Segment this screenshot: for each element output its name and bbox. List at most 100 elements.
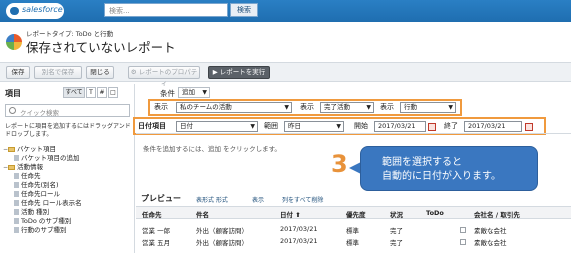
- filter-other-toggle[interactable]: □: [108, 87, 118, 98]
- tree-field[interactable]: 任命先: [14, 172, 41, 181]
- report-properties-label: レポートのプロパティ: [138, 68, 198, 87]
- tree-field[interactable]: 任命先(別名): [14, 181, 59, 190]
- tree-item-label: 行動のサブ種別: [21, 226, 67, 234]
- chevron-down-icon: ▼: [284, 104, 289, 111]
- tree-field[interactable]: ToDo のサブ種別: [14, 217, 71, 226]
- field-icon: [14, 200, 19, 206]
- tree-folder[interactable]: − バケット項目: [3, 145, 56, 154]
- table-cell: 外出（顧客訪問）: [196, 227, 248, 235]
- add-condition-hint: 条件を追加するには、追加 をクリックします。: [143, 145, 281, 153]
- field-icon: [14, 209, 19, 215]
- folder-icon: [8, 164, 15, 170]
- field-icon: [14, 227, 19, 233]
- report-properties-button[interactable]: ⚙ レポートのプロパティ: [128, 66, 200, 87]
- callout-line-2: 自動的に日付が入ります。: [382, 171, 501, 182]
- calendar-icon[interactable]: [525, 123, 533, 131]
- preview-title: プレビュー: [141, 194, 181, 203]
- fields-panel: 項目 すべて T # □ クイック検索 レポートに項目を追加するにはドラッグアン…: [0, 84, 135, 253]
- folder-icon: [8, 146, 15, 152]
- tree-item-label: 任命先ロール: [21, 190, 60, 198]
- end-date-input[interactable]: 2017/03/21: [464, 121, 522, 132]
- date-field-value: 日付: [180, 122, 193, 130]
- range-select[interactable]: 昨日 ▼: [284, 121, 344, 132]
- tree-field[interactable]: 任命先 ロール表示名: [14, 199, 82, 208]
- field-icon: [14, 182, 19, 188]
- logo-text: salesforce: [22, 5, 63, 14]
- chevron-down-icon: ▼: [250, 123, 255, 130]
- filter-all-toggle[interactable]: すべて: [63, 87, 85, 98]
- column-header[interactable]: 状況: [390, 209, 403, 219]
- date-field-label: 日付項目: [138, 122, 166, 130]
- tree-field[interactable]: 行動のサブ種別: [14, 226, 67, 235]
- tree-field[interactable]: 任命先ロール: [14, 190, 60, 199]
- run-report-button[interactable]: ▶ レポートを実行: [208, 66, 270, 79]
- table-cell: 営業 五月: [142, 239, 171, 247]
- table-cell: 完了: [390, 227, 403, 235]
- tree-field[interactable]: バケット項目の追加: [14, 154, 80, 163]
- show-status-value: 完了活動: [324, 103, 350, 111]
- tree-field[interactable]: 活動 種別: [14, 208, 49, 217]
- show-type-select[interactable]: 行動 ▼: [400, 102, 456, 113]
- show-scope-select[interactable]: 私のチームの活動 ▼: [176, 102, 292, 113]
- column-header[interactable]: ToDo: [426, 209, 444, 217]
- tree-folder[interactable]: − 活動情報: [3, 163, 43, 172]
- table-cell: 外出（顧客訪問）: [196, 239, 248, 247]
- global-search-button[interactable]: 検索: [230, 3, 258, 17]
- report-toolbar: 保存 別名で保存 閉じる ⚙ レポートのプロパティ ▶ レポートを実行: [0, 62, 571, 87]
- table-cell: 営業 一郎: [142, 227, 171, 235]
- salesforce-logo[interactable]: salesforce: [6, 3, 64, 19]
- global-search-input[interactable]: 検索...: [104, 3, 228, 17]
- search-icon: [9, 107, 16, 114]
- add-filter-dropdown[interactable]: 追加 ▼: [178, 87, 210, 98]
- show-label-1: 表示: [154, 103, 168, 111]
- fields-panel-title: 項目: [5, 89, 21, 98]
- start-date-input[interactable]: 2017/03/21: [374, 121, 426, 132]
- calendar-icon[interactable]: [428, 123, 436, 131]
- tree-item-label: バケット項目: [17, 145, 56, 153]
- report-title-area: レポートタイプ: ToDo と行動 保存されていないレポート: [0, 22, 571, 60]
- column-header[interactable]: 任命先: [142, 209, 162, 219]
- conditions-label: 条件: [160, 89, 175, 98]
- callout-line-1: 範囲を選択すると: [382, 157, 462, 168]
- show-dropdown[interactable]: 表示: [252, 195, 264, 204]
- tree-item-label: 活動 種別: [21, 208, 50, 216]
- tree-item-label: 任命先 ロール表示名: [21, 199, 82, 207]
- table-cell: 素敵な会社: [474, 239, 507, 247]
- table-cell: 標準: [346, 227, 359, 235]
- close-button[interactable]: 閉じる: [86, 66, 114, 79]
- table-cell: 標準: [346, 239, 359, 247]
- todo-checkbox: [460, 239, 466, 245]
- show-label-2: 表示: [300, 103, 314, 111]
- remove-all-columns-link[interactable]: 列をすべて削除: [282, 195, 323, 204]
- filter-text-toggle[interactable]: T: [86, 87, 96, 98]
- column-header[interactable]: 優先度: [346, 209, 366, 219]
- callout-text: 範囲を選択すると 自動的に日付が入ります。: [382, 156, 532, 184]
- table-cell: 完了: [390, 239, 403, 247]
- filter-number-toggle[interactable]: #: [97, 87, 107, 98]
- step-number: 3: [331, 150, 348, 178]
- column-header[interactable]: 会社名 / 取引先: [474, 209, 520, 219]
- save-button[interactable]: 保存: [6, 66, 30, 79]
- date-field-select[interactable]: 日付 ▼: [176, 121, 258, 132]
- quick-search-input[interactable]: クイック検索: [5, 104, 130, 117]
- range-label: 範囲: [264, 122, 278, 130]
- page-title: 保存されていないレポート: [26, 40, 176, 55]
- format-dropdown[interactable]: 表形式 形式: [196, 195, 228, 204]
- column-header[interactable]: 件名: [196, 209, 209, 219]
- end-date-label: 終了: [444, 122, 458, 130]
- tree-item-label: バケット項目の追加: [21, 154, 80, 162]
- tree-item-label: 任命先(別名): [21, 181, 59, 189]
- save-as-button[interactable]: 別名で保存: [34, 66, 82, 79]
- field-icon: [14, 155, 19, 161]
- range-value: 昨日: [288, 122, 301, 130]
- report-pie-icon: [6, 34, 22, 50]
- show-label-3: 表示: [380, 103, 394, 111]
- run-report-label: レポートを実行: [219, 68, 266, 76]
- show-status-select[interactable]: 完了活動 ▼: [320, 102, 374, 113]
- field-icon: [14, 218, 19, 224]
- chevron-down-icon: ▼: [448, 104, 453, 111]
- chevron-down-icon: ▼: [336, 123, 341, 130]
- column-header[interactable]: 日付 ⬆: [280, 209, 301, 219]
- play-icon: ▶: [212, 68, 220, 76]
- drag-drop-hint: レポートに項目を追加するにはドラッグアンドドロップします。: [5, 123, 131, 138]
